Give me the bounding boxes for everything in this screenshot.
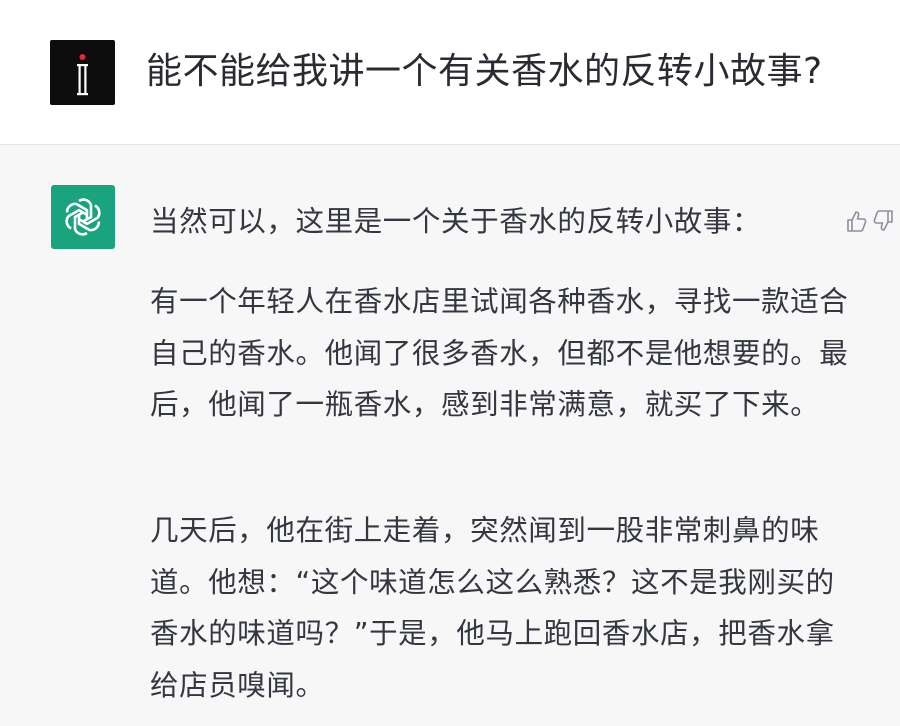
thumbs-down-icon	[873, 210, 893, 231]
user-avatar	[50, 40, 115, 105]
assistant-avatar	[51, 185, 115, 249]
assistant-message-row: 当然可以，这里是一个关于香水的反转小故事： 有一个年轻人在香水店里试闻各种香水，…	[0, 145, 900, 726]
user-message-row: 能不能给我讲一个有关香水的反转小故事?	[0, 0, 900, 145]
thumbs-up-icon	[847, 211, 867, 232]
openai-logo-icon	[65, 198, 101, 236]
thumbs-up-button[interactable]	[845, 208, 869, 234]
user-message-text: 能不能给我讲一个有关香水的反转小故事?	[146, 51, 823, 92]
assistant-paragraph-2: 几天后，他在街上走着，突然闻到一股非常刺鼻的味道。他想：“这个味道怎么这么熟悉？…	[150, 514, 835, 702]
assistant-paragraph-1: 有一个年轻人在香水店里试闻各种香水，寻找一款适合自己的香水。他闻了很多香水，但都…	[150, 285, 849, 421]
assistant-intro-text: 当然可以，这里是一个关于香水的反转小故事：	[150, 205, 762, 238]
thumbs-down-button[interactable]	[871, 208, 895, 234]
feedback-buttons	[845, 208, 897, 234]
user-logo-icon	[77, 54, 88, 96]
